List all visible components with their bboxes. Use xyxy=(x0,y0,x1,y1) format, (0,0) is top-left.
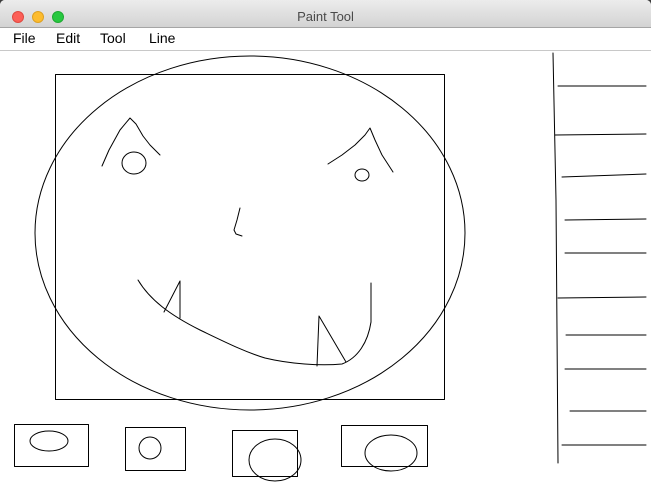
shape-left-eye xyxy=(121,151,147,175)
app-window: Paint Tool File Edit Tool Line xyxy=(0,0,651,493)
shape-small-ellipse-4 xyxy=(364,434,418,472)
shape-tick-4 xyxy=(564,218,647,221)
shape-tick-3 xyxy=(561,173,647,178)
shape-mouth xyxy=(137,279,372,366)
shape-right-eye xyxy=(354,168,370,182)
menu-line[interactable]: Line xyxy=(149,30,175,46)
shape-small-ellipse-2 xyxy=(138,436,162,460)
shape-small-rect-2 xyxy=(125,427,186,471)
title-bar[interactable]: Paint Tool xyxy=(0,0,651,28)
shape-small-rect-3 xyxy=(232,430,298,477)
shape-right-brow xyxy=(327,127,394,173)
shape-tick-2 xyxy=(554,133,647,136)
shape-right-fang xyxy=(316,315,347,367)
shape-left-brow xyxy=(101,117,161,167)
drawing-surface[interactable] xyxy=(0,51,651,493)
menu-tool[interactable]: Tool xyxy=(100,30,126,46)
drawing-canvas[interactable] xyxy=(0,51,651,493)
menu-bar: File Edit Tool Line xyxy=(0,28,651,51)
shape-ellipse-face xyxy=(34,55,466,411)
shape-left-fang xyxy=(163,280,181,319)
window-title: Paint Tool xyxy=(297,9,354,24)
shape-nose xyxy=(233,207,243,237)
menu-edit[interactable]: Edit xyxy=(56,30,80,46)
menu-file[interactable]: File xyxy=(13,30,36,46)
shape-small-ellipse-3 xyxy=(248,438,302,482)
shape-tick-6 xyxy=(557,296,647,299)
shape-vertical-line xyxy=(552,52,559,464)
shape-rectangle xyxy=(55,74,445,400)
shape-small-ellipse-1 xyxy=(29,430,69,452)
